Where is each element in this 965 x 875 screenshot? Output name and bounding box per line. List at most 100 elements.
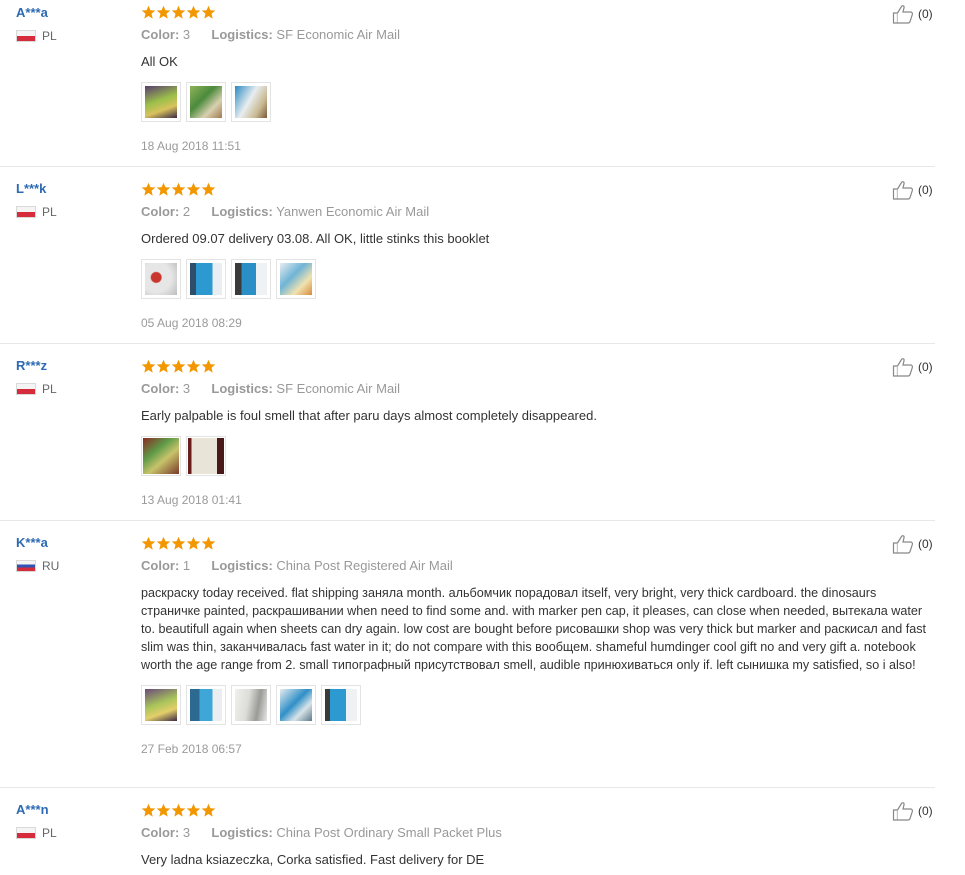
review-item: A***n PL Color: 3 Logistics: China Post … [0,788,935,875]
color-label: Color: [141,381,180,396]
thumbs-up-icon[interactable] [892,4,914,24]
country-code: RU [42,559,60,573]
star-icon [171,182,186,197]
review-text: раскраску today received. flat shipping … [141,586,927,672]
poland-flag-icon [16,30,36,42]
helpful-count: (0) [918,360,933,374]
star-rating [141,534,901,552]
star-icon [141,803,156,818]
color-value: 2 [182,204,191,219]
color-label: Color: [141,825,180,840]
star-icon [171,536,186,551]
helpful-count: (0) [918,804,933,818]
helpful-vote[interactable]: (0) [892,180,933,200]
star-icon [171,5,186,20]
review-photo-thumbnail[interactable] [276,685,316,725]
review-item: A***a PL Color: 3 Logistics: SF Economic… [0,0,935,167]
thumbs-up-icon[interactable] [892,534,914,554]
review-photo-thumbnail[interactable] [186,259,226,299]
review-content: Color: 3 Logistics: SF Economic Air Mail… [141,357,901,508]
reviewer-name[interactable]: L***k [16,180,126,198]
reviewer-name[interactable]: R***z [16,357,126,375]
star-icon [171,359,186,374]
star-icon [186,803,201,818]
review-photo-thumbnail[interactable] [231,685,271,725]
star-icon [141,359,156,374]
logistics-value: China Post Ordinary Small Packet Plus [276,825,502,840]
color-label: Color: [141,27,180,42]
poland-flag-icon [16,206,36,218]
review-content: Color: 3 Logistics: China Post Ordinary … [141,801,901,869]
review-photo-thumbnail[interactable] [231,82,271,122]
star-rating [141,180,901,198]
review-photo-thumbnail[interactable] [231,259,271,299]
star-icon [171,803,186,818]
reviewer-country: PL [16,204,126,220]
star-icon [186,5,201,20]
star-rating [141,357,901,375]
reviewer-info: A***a PL [16,4,126,44]
review-photo-thumbnail[interactable] [141,259,181,299]
reviewer-country: PL [16,28,126,44]
star-icon [201,803,216,818]
order-info: Color: 3 Logistics: China Post Ordinary … [141,824,901,842]
star-icon [186,359,201,374]
logistics-label: Logistics: [211,204,273,219]
reviewer-country: PL [16,825,126,841]
review-photos [141,685,901,727]
review-photo-thumbnail[interactable] [141,436,181,476]
star-icon [186,182,201,197]
review-photos [141,436,901,478]
reviewer-info: K***a RU [16,534,126,574]
poland-flag-icon [16,827,36,839]
review-item: R***z PL Color: 3 Logistics: SF Economic… [0,344,935,521]
logistics-label: Logistics: [211,825,273,840]
review-photo-thumbnail[interactable] [186,82,226,122]
reviewer-info: R***z PL [16,357,126,397]
review-photo-thumbnail[interactable] [186,436,226,476]
thumbs-up-icon[interactable] [892,180,914,200]
logistics-value: SF Economic Air Mail [276,381,400,396]
star-icon [156,803,171,818]
helpful-vote[interactable]: (0) [892,4,933,24]
review-photo-thumbnail[interactable] [141,685,181,725]
helpful-vote[interactable]: (0) [892,534,933,554]
color-value: 3 [182,381,191,396]
reviewer-name[interactable]: K***a [16,534,126,552]
logistics-label: Logistics: [211,27,273,42]
poland-flag-icon [16,383,36,395]
order-info: Color: 1 Logistics: China Post Registere… [141,557,901,575]
review-content: Color: 1 Logistics: China Post Registere… [141,534,926,757]
review-photo-thumbnail[interactable] [186,685,226,725]
review-photo-thumbnail[interactable] [321,685,361,725]
logistics-value: SF Economic Air Mail [276,27,400,42]
review-photo-thumbnail[interactable] [276,259,316,299]
review-photos [141,82,901,124]
review-text: Ordered 09.07 delivery 03.08. All OK, li… [141,231,490,246]
reviewer-name[interactable]: A***n [16,801,126,819]
color-value: 3 [182,825,191,840]
order-info: Color: 3 Logistics: SF Economic Air Mail [141,380,901,398]
thumbs-up-icon[interactable] [892,357,914,377]
reviewer-info: A***n PL [16,801,126,841]
helpful-vote[interactable]: (0) [892,357,933,377]
reviewer-country: RU [16,558,126,574]
star-rating [141,801,901,819]
review-item: L***k PL Color: 2 Logistics: Yanwen Econ… [0,167,935,344]
star-icon [141,5,156,20]
color-value: 3 [182,27,191,42]
review-date: 05 Aug 2018 08:29 [141,316,242,330]
star-icon [201,536,216,551]
star-icon [201,182,216,197]
review-content: Color: 2 Logistics: Yanwen Economic Air … [141,180,901,331]
reviewer-info: L***k PL [16,180,126,220]
star-icon [156,182,171,197]
helpful-count: (0) [918,7,933,21]
review-content: Color: 3 Logistics: SF Economic Air Mail… [141,3,901,154]
review-photo-thumbnail[interactable] [141,82,181,122]
reviewer-name[interactable]: A***a [16,4,126,22]
helpful-vote[interactable]: (0) [892,801,933,821]
color-label: Color: [141,204,180,219]
star-icon [156,359,171,374]
thumbs-up-icon[interactable] [892,801,914,821]
